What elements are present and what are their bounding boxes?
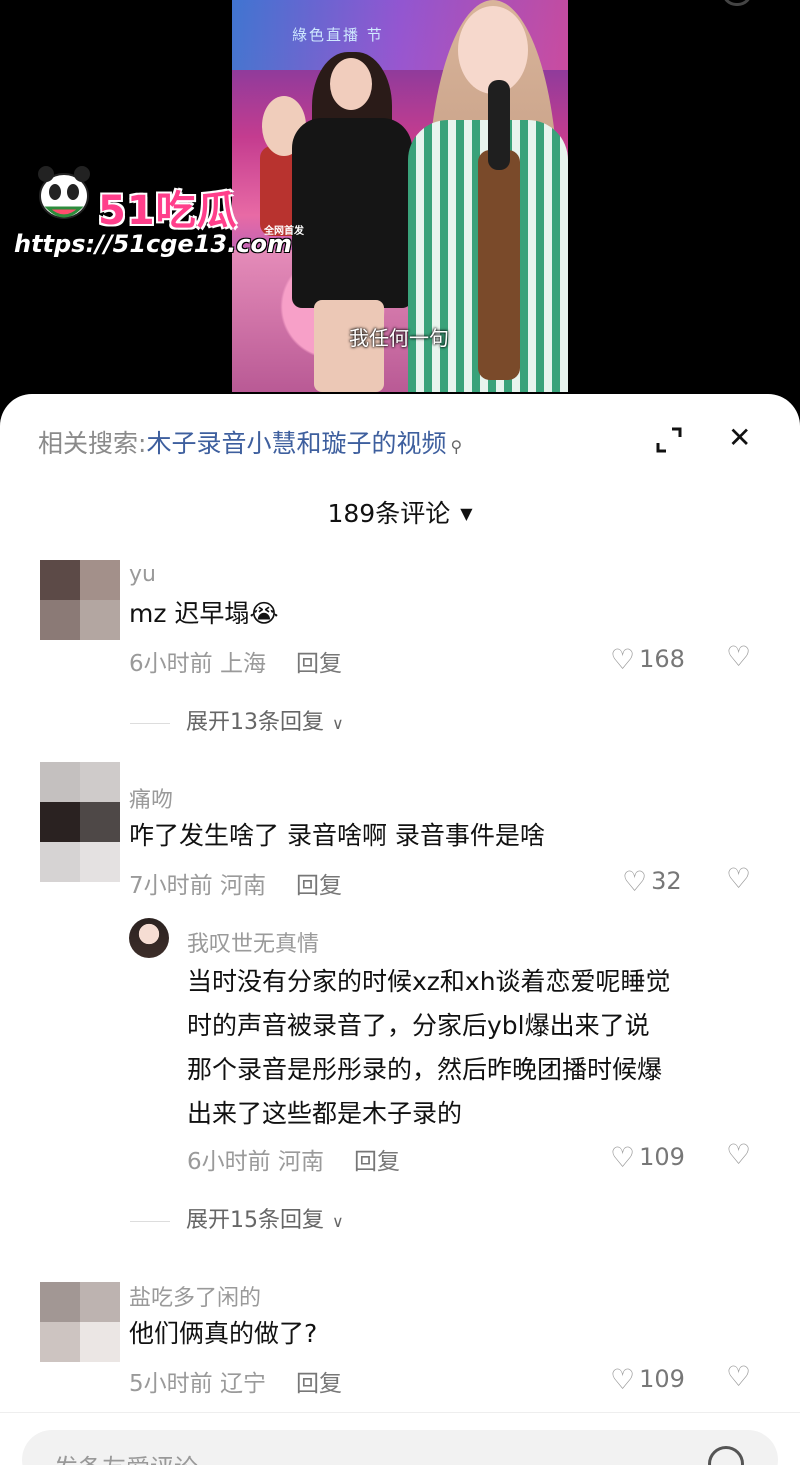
reply-button[interactable]: 回复 [296,873,342,899]
comment-count: 189条评论 [327,499,451,528]
heart-outline-icon: ♡ [610,643,636,676]
avatar[interactable] [129,918,169,958]
watermark-url: https://51cge13.com [14,230,292,258]
comment-text: 他们俩真的做了? [129,1319,318,1348]
broken-heart-icon[interactable]: ♡ [726,1360,751,1393]
broken-heart-icon[interactable]: ♡ [726,1138,751,1171]
comment-time-location: 5小时前 辽宁 [129,1371,266,1397]
broken-heart-icon[interactable]: ♡ [726,640,751,673]
comment-meta: 5小时前 辽宁 回复 [129,1364,342,1398]
expand-replies-button[interactable]: 展开15条回复 ∨ [130,1202,344,1234]
related-search-keyword[interactable]: 木子录音小慧和璇子的视频 [146,429,446,458]
reply-username[interactable]: 我叹世无真情 [187,926,319,958]
watermark-title: 51吃瓜 [98,188,238,234]
comment-sheet [0,394,800,1465]
like-count: 168 [639,645,685,673]
search-icon: ⚲ [450,437,463,456]
reply-text-line: 时的声音被录音了，分家后ybl爆出来了说 [187,1011,650,1040]
reply-text-line: 那个录音是彤彤录的，然后昨晚团播时候爆 [187,1055,663,1084]
broken-heart-icon[interactable]: ♡ [726,862,751,895]
panda-mascot-icon [38,166,90,219]
expand-replies-label: 展开15条回复 [186,1208,324,1233]
comment-username[interactable]: 痛吻 [129,782,173,814]
stage-banner-text: 綠色直播 节 [292,26,384,44]
divider-line [130,722,170,724]
comment-username[interactable]: 盐吃多了闲的 [129,1280,261,1312]
comment-meta: 7小时前 河南 回复 [129,866,342,900]
video-subtitle: 我任何一句 [349,326,449,350]
comment-text: 咋了发生啥了 录音啥啊 录音事件是啥 [129,821,545,850]
like-button[interactable]: ♡ 32 [622,865,682,898]
heart-outline-icon: ♡ [610,1141,636,1174]
divider-line [130,1220,170,1222]
like-button[interactable]: ♡ 109 [610,1141,685,1174]
like-button[interactable]: ♡ 168 [610,643,685,676]
related-search-label: 相关搜索: [38,429,147,458]
heart-outline-icon: ♡ [622,865,648,898]
heart-outline-icon: ♡ [610,1363,636,1396]
comment-input-placeholder: 发条友爱评论 [54,1448,198,1465]
reply-text-line: 出来了这些都是木子录的 [187,1099,463,1128]
singer-left-dress [292,118,412,308]
expand-icon[interactable] [654,425,684,455]
reply-button[interactable]: 回复 [354,1149,400,1175]
chevron-down-icon: ∨ [332,1212,344,1231]
dropdown-triangle-icon: ▼ [460,504,473,523]
microphone [488,80,510,170]
comment-time-location: 7小时前 河南 [129,873,266,899]
avatar-bottom [40,842,120,882]
avatar[interactable] [40,560,120,640]
singer-right-tie [478,150,520,380]
expand-replies-button[interactable]: 展开13条回复 ∨ [130,704,344,736]
comment-meta: 6小时前 河南 回复 [187,1142,400,1176]
avatar-lower [40,802,120,842]
like-count: 109 [639,1365,685,1393]
search-icon[interactable] [722,0,752,6]
comment-username[interactable]: yu [129,562,156,587]
expand-replies-label: 展开13条回复 [186,710,324,735]
comment-count-sort[interactable]: 189条评论 ▼ [0,494,800,530]
reply-text-line: 当时没有分家的时候xz和xh谈着恋爱呢睡觉 [187,967,671,996]
comment-time-location: 6小时前 上海 [129,651,266,677]
reply-button[interactable]: 回复 [296,651,342,677]
chevron-down-icon: ∨ [332,714,344,733]
related-search[interactable]: 相关搜索:木子录音小慧和璇子的视频 ⚲ [38,424,462,460]
avatar[interactable] [40,1282,120,1362]
reply-button[interactable]: 回复 [296,1371,342,1397]
comment-meta: 6小时前 上海 回复 [129,644,342,678]
like-count: 32 [651,867,682,895]
like-button[interactable]: ♡ 109 [610,1363,685,1396]
singer-left-face [330,58,372,110]
comment-time-location: 6小时前 河南 [187,1149,324,1175]
comment-text: mz 迟早塌😭 [129,599,279,628]
close-icon[interactable]: ✕ [728,424,751,452]
like-count: 109 [639,1143,685,1171]
